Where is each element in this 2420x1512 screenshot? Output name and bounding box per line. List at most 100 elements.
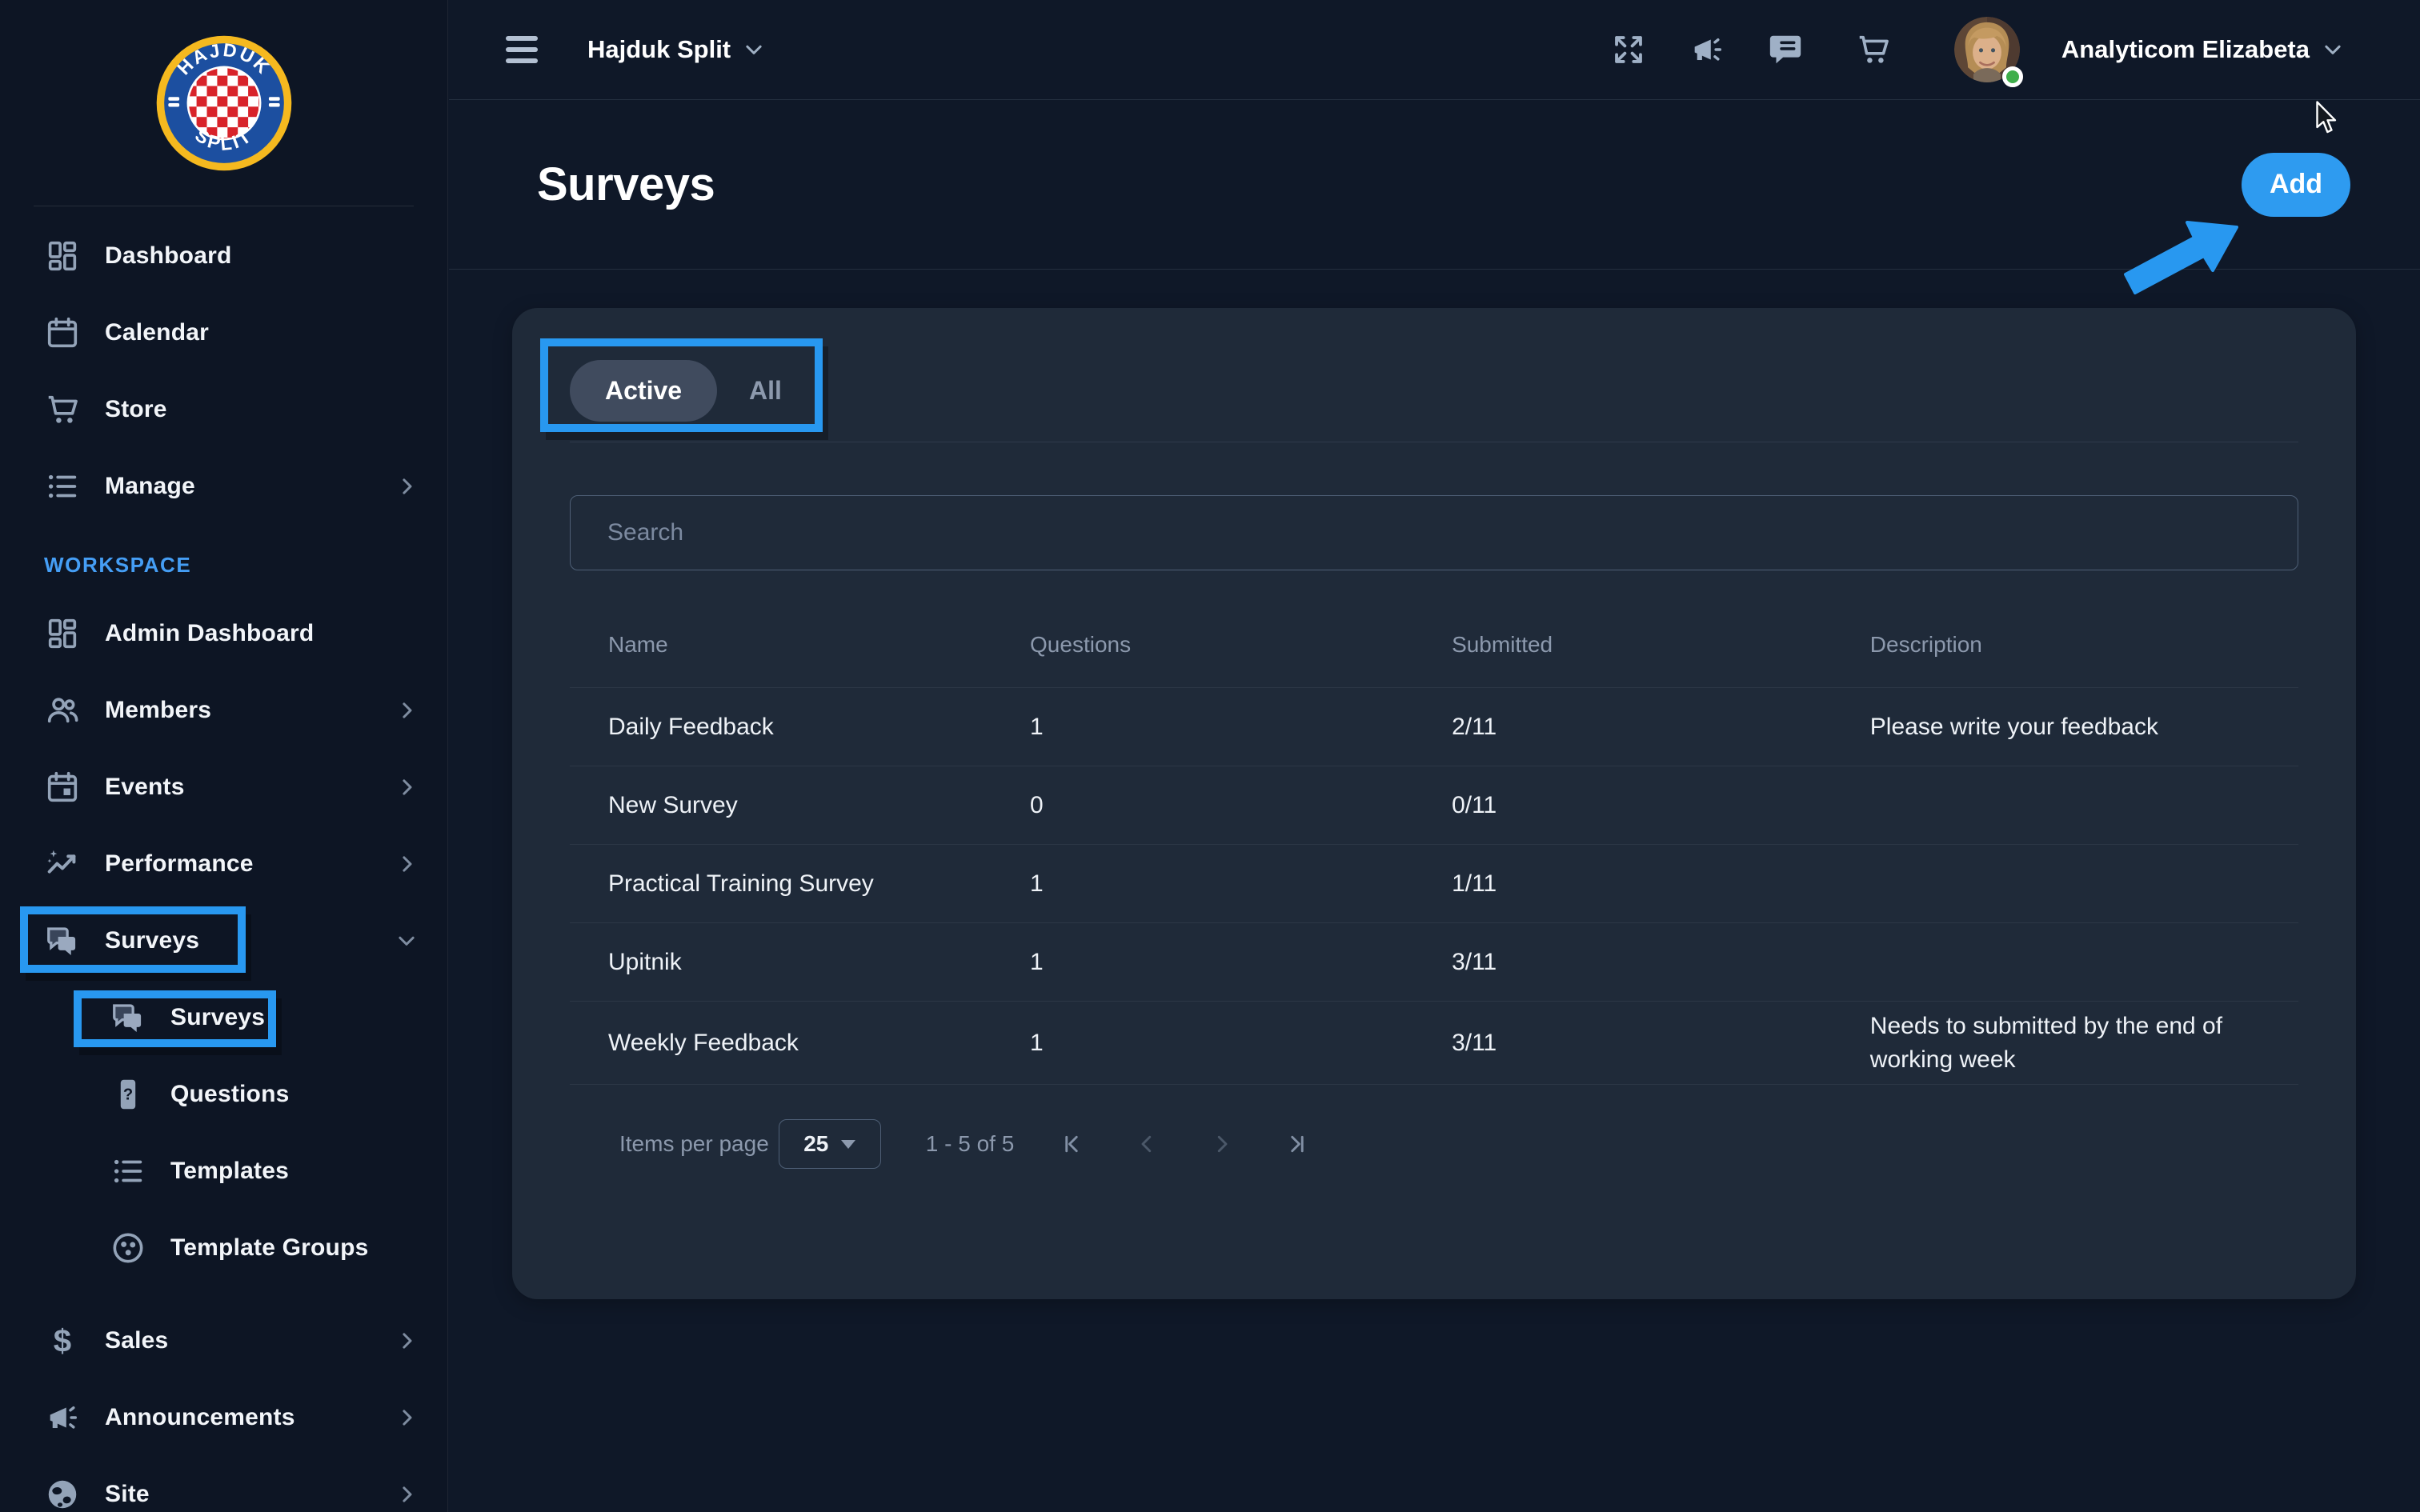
sidebar-item-label: Sales [105,1327,168,1354]
cart-icon [44,391,81,428]
surveys-table: Name Questions Submitted Description Dai… [570,602,2298,1085]
online-status-badge [2002,66,2023,87]
chevron-down-icon[interactable] [2321,38,2345,62]
sidebar-item-manage[interactable]: Manage [0,448,447,525]
sidebar-subitem-surveys[interactable]: Surveys [0,979,447,1056]
sidebar-item-members[interactable]: Members [0,672,447,749]
sidebar-item-label: Template Groups [170,1234,368,1262]
sidebar-item-events[interactable]: Events [0,749,447,826]
page-size-select[interactable]: 25 [779,1119,881,1169]
surveys-card: Active All Name Questions Submitted Desc… [512,308,2356,1299]
tab-bar: Active All [570,308,2298,442]
cart-icon[interactable] [1855,31,1892,68]
column-header-submitted: Submitted [1413,632,1832,658]
items-per-page-label: Items per page [619,1131,769,1157]
cell-questions: 0 [992,789,1413,822]
cell-submitted: 3/11 [1413,946,1832,979]
phone-question-icon [110,1076,146,1113]
people-icon [44,692,81,729]
table-header-row: Name Questions Submitted Description [570,602,2298,688]
column-header-questions: Questions [992,632,1413,658]
cell-questions: 1 [992,710,1413,744]
add-button[interactable]: Add [2242,153,2350,217]
calendar-icon [44,314,81,351]
page-title: Surveys [537,158,715,211]
globe-icon [44,1476,81,1512]
sidebar-item-site[interactable]: Site [0,1456,447,1512]
page-range-label: 1 - 5 of 5 [926,1131,1015,1157]
cell-description: Needs to submitted by the end of working… [1832,1010,2298,1077]
sidebar-item-label: Performance [105,850,254,878]
cell-description: Please write your feedback [1832,710,2298,744]
page-size-value: 25 [803,1131,828,1157]
hamburger-menu-icon[interactable] [506,36,538,63]
cell-name: Daily Feedback [570,710,992,744]
sidebar-item-announcements[interactable]: Announcements [0,1379,447,1456]
page-header: Surveys Add [449,100,2420,270]
cell-submitted: 1/11 [1413,867,1832,901]
calendar-event-icon [44,769,81,806]
last-page-button[interactable] [1280,1126,1315,1162]
cell-name: Weekly Feedback [570,1026,992,1060]
fullscreen-icon[interactable] [1610,31,1647,68]
chevron-right-icon [395,1406,419,1430]
sidebar-item-dashboard[interactable]: Dashboard [0,218,447,294]
caret-down-icon [841,1140,855,1149]
sidebar-item-calendar[interactable]: Calendar [0,294,447,371]
chevron-right-icon [395,775,419,799]
chevron-right-icon [395,1482,419,1506]
cell-name: Upitnik [570,946,992,979]
sidebar-subitem-templates[interactable]: Templates [0,1133,447,1210]
sidebar-item-label: Members [105,697,211,724]
chat-duo-icon [110,999,146,1036]
search-input[interactable] [570,495,2298,570]
sidebar-item-label: Surveys [105,927,199,954]
first-page-button[interactable] [1054,1126,1089,1162]
sidebar-item-label: Manage [105,473,195,500]
sidebar-item-label: Calendar [105,319,209,346]
sidebar-item-performance[interactable]: Performance [0,826,447,902]
megaphone-icon[interactable] [1689,31,1725,68]
next-page-button[interactable] [1204,1126,1240,1162]
sidebar-item-label: Site [105,1481,150,1508]
column-header-name: Name [570,632,992,658]
main-content: Surveys Add Active All Name Questions Su… [449,100,2420,1512]
sidebar-item-label: Events [105,774,185,801]
hajduk-split-badge-icon: HAJDUK SPLIT [155,34,293,172]
grid-icon [44,238,81,274]
sidebar-item-label: Questions [170,1081,290,1108]
chat-duo-icon [44,922,81,959]
column-header-description: Description [1832,632,2298,658]
user-menu[interactable]: Analyticom Elizabeta [2061,35,2310,64]
sidebar-item-sales[interactable]: Sales [0,1302,447,1379]
table-row[interactable]: Daily Feedback 1 2/11 Please write your … [570,688,2298,766]
table-row[interactable]: Upitnik 1 3/11 [570,923,2298,1002]
tab-active[interactable]: Active [570,360,717,422]
chat-icon[interactable] [1767,31,1804,68]
sidebar-item-label: Dashboard [105,242,232,270]
circle-dots-icon [110,1230,146,1266]
chevron-down-icon[interactable] [742,38,766,62]
table-row[interactable]: Practical Training Survey 1 1/11 [570,845,2298,923]
sidebar-subitem-template-groups[interactable]: Template Groups [0,1210,447,1286]
sidebar-item-store[interactable]: Store [0,371,447,448]
sidebar-item-surveys[interactable]: Surveys [0,902,447,979]
tab-all[interactable]: All [717,360,814,422]
sidebar-subitem-questions[interactable]: Questions [0,1056,447,1133]
table-row[interactable]: New Survey 0 0/11 [570,766,2298,845]
club-logo[interactable]: HAJDUK SPLIT [34,0,414,206]
sidebar: HAJDUK SPLIT Dashboard Calendar Store Ma [0,0,448,1512]
team-selector[interactable]: Hajduk Split [587,35,731,64]
cell-name: Practical Training Survey [570,867,992,901]
table-row[interactable]: Weekly Feedback 1 3/11 Needs to submitte… [570,1002,2298,1085]
chevron-right-icon [395,852,419,876]
sidebar-item-admin-dashboard[interactable]: Admin Dashboard [0,595,447,672]
cell-questions: 1 [992,867,1413,901]
sidebar-item-label: Surveys [170,1004,265,1031]
paginator: Items per page 25 1 - 5 of 5 [570,1118,2298,1170]
cell-submitted: 0/11 [1413,789,1832,822]
megaphone-icon [44,1399,81,1436]
prev-page-button[interactable] [1129,1126,1164,1162]
avatar[interactable] [1954,17,2020,82]
sidebar-item-label: Templates [170,1158,289,1185]
